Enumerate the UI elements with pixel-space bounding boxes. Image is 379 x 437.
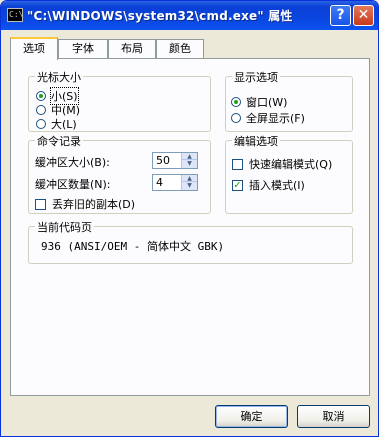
group-title: 编辑选项 — [232, 133, 280, 149]
checkbox-box — [232, 158, 243, 170]
radio-display-window[interactable]: 窗口(W) — [231, 94, 287, 110]
title-bar[interactable]: C:\ "C:\WINDOWS\system32\cmd.exe" 属性 ? ✕ — [1, 1, 378, 30]
checkbox-label: 快速编辑模式(Q) — [249, 158, 333, 171]
radio-label: 全屏显示(F) — [246, 112, 305, 125]
radio-icon — [36, 119, 46, 129]
command-history-group: 命令记录 缓冲区大小(B): 50 ▲ ▼ 缓冲区数量(N): 4 ▲ ▼ 丢弃… — [28, 133, 211, 214]
discard-duplicates-checkbox[interactable]: 丢弃旧的副本(D) — [35, 196, 135, 212]
tab-font[interactable]: 字体 — [58, 39, 108, 58]
check-mark-icon: ✓ — [232, 179, 243, 191]
spin-arrows: ▲ ▼ — [181, 153, 197, 168]
group-title: 当前代码页 — [35, 219, 94, 235]
code-page-value: 936 (ANSI/OEM - 简体中文 GBK) — [41, 240, 225, 253]
tab-colors[interactable]: 颜色 — [156, 39, 204, 58]
checkbox-label: 丢弃旧的副本(D) — [52, 198, 136, 211]
radio-icon — [36, 105, 46, 115]
buffer-count-value: 4 — [156, 176, 163, 189]
buffer-count-stepper[interactable]: 4 ▲ ▼ — [152, 174, 198, 191]
options-panel: 光标大小 小(S) 中(M) 大(L) 显示选项 窗口(W) 全屏显示(F) 命… — [10, 58, 370, 396]
window-title: "C:\WINDOWS\system32\cmd.exe" 属性 — [27, 9, 293, 23]
group-title: 光标大小 — [35, 69, 83, 85]
buffer-count-label: 缓冲区数量(N): — [35, 178, 111, 191]
radio-label: 大(L) — [51, 118, 77, 131]
radio-icon — [231, 113, 241, 123]
checkbox-box — [35, 198, 46, 210]
group-title: 显示选项 — [232, 69, 280, 85]
spin-up-icon[interactable]: ▲ — [182, 153, 197, 160]
quick-edit-checkbox[interactable]: 快速编辑模式(Q) — [232, 156, 332, 172]
checkbox-label: 插入模式(I) — [249, 179, 305, 192]
insert-mode-checkbox[interactable]: ✓ 插入模式(I) — [232, 177, 305, 193]
spin-down-icon[interactable]: ▼ — [182, 182, 197, 189]
ok-button[interactable]: 确定 — [215, 405, 288, 428]
display-options-group: 显示选项 窗口(W) 全屏显示(F) — [225, 69, 353, 132]
radio-cursor-large[interactable]: 大(L) — [36, 116, 77, 132]
cancel-button[interactable]: 取消 — [297, 405, 370, 428]
cmd-app-icon: C:\ — [7, 8, 23, 22]
group-title: 命令记录 — [35, 133, 83, 149]
radio-display-fullscreen[interactable]: 全屏显示(F) — [231, 110, 305, 126]
close-button[interactable]: ✕ — [353, 5, 374, 26]
buffer-size-label: 缓冲区大小(B): — [35, 156, 110, 169]
properties-dialog: C:\ "C:\WINDOWS\system32\cmd.exe" 属性 ? ✕… — [0, 0, 379, 437]
spin-down-icon[interactable]: ▼ — [182, 160, 197, 167]
spin-arrows: ▲ ▼ — [181, 175, 197, 190]
edit-options-group: 编辑选项 快速编辑模式(Q) ✓ 插入模式(I) — [225, 133, 353, 214]
tab-layout[interactable]: 布局 — [108, 39, 156, 58]
spin-up-icon[interactable]: ▲ — [182, 175, 197, 182]
cursor-size-group: 光标大小 小(S) 中(M) 大(L) — [28, 69, 211, 132]
help-button[interactable]: ? — [330, 5, 351, 26]
radio-label: 窗口(W) — [246, 96, 288, 109]
buffer-size-value: 50 — [156, 154, 170, 167]
radio-selected-icon — [231, 97, 241, 107]
buffer-size-stepper[interactable]: 50 ▲ ▼ — [152, 152, 198, 169]
tab-options[interactable]: 选项 — [10, 37, 58, 60]
radio-selected-icon — [36, 91, 46, 101]
